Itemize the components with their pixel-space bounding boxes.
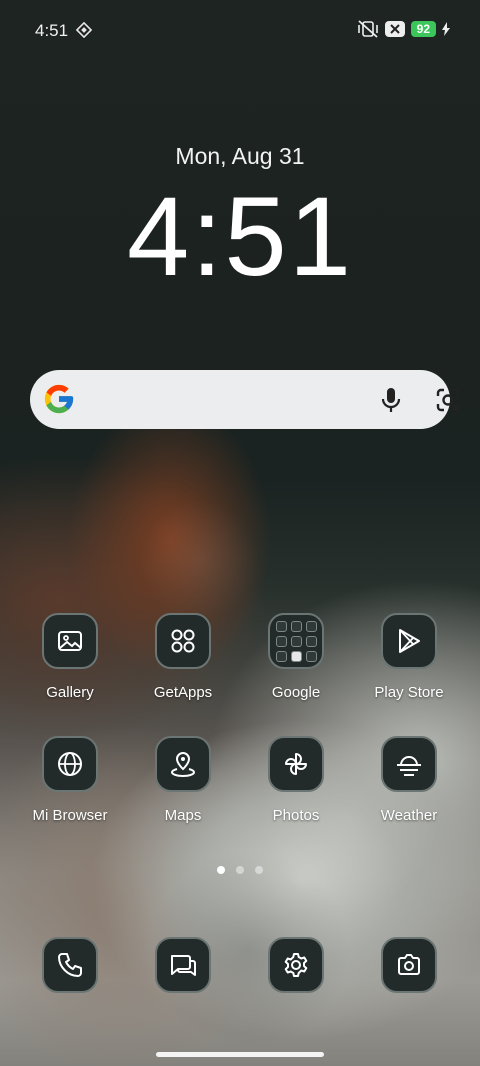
charging-bolt-icon	[442, 22, 450, 36]
phone-icon[interactable]	[42, 937, 98, 993]
status-bar: 4:51 92	[0, 0, 480, 62]
mic-icon[interactable]	[378, 386, 404, 419]
play-store-icon[interactable]	[381, 613, 437, 669]
google-search-bar[interactable]	[30, 370, 460, 429]
folder-icon[interactable]	[268, 613, 324, 669]
app-google-folder[interactable]: Google	[241, 613, 351, 701]
getapps-icon[interactable]	[155, 613, 211, 669]
app-photos[interactable]: Photos	[241, 736, 351, 824]
app-label: Maps	[164, 807, 202, 824]
app-label: Mi Browser	[32, 807, 108, 824]
notification-diamond-icon	[75, 21, 93, 43]
page-dot	[217, 866, 225, 874]
gallery-icon[interactable]	[42, 613, 98, 669]
messages-icon[interactable]	[155, 937, 211, 993]
notification-x-icon	[384, 21, 405, 37]
page-dot	[255, 866, 263, 874]
page-dot	[236, 866, 244, 874]
app-label: Play Store	[374, 684, 444, 701]
pinwheel-icon[interactable]	[268, 736, 324, 792]
google-g-icon	[42, 382, 76, 421]
battery-level: 92	[410, 21, 436, 37]
camera-icon[interactable]	[381, 937, 437, 993]
app-label: Weather	[380, 807, 438, 824]
vibrate-off-icon	[357, 20, 379, 38]
app-getapps[interactable]: GetApps	[128, 613, 238, 701]
globe-icon[interactable]	[42, 736, 98, 792]
app-weather[interactable]: Weather	[354, 736, 464, 824]
folder-grid	[275, 620, 317, 662]
gesture-nav-handle[interactable]	[156, 1052, 324, 1057]
home-screen: 4:51 92 Mon, Aug 31 4:51 Gallery GetApps…	[0, 0, 480, 1066]
status-icons: 92	[357, 20, 450, 38]
map-pin-icon[interactable]	[155, 736, 211, 792]
app-gallery[interactable]: Gallery	[15, 613, 125, 701]
lens-icon[interactable]	[434, 386, 462, 419]
app-mi-browser[interactable]: Mi Browser	[15, 736, 125, 824]
app-label: GetApps	[153, 684, 213, 701]
settings-icon[interactable]	[268, 937, 324, 993]
clock-date[interactable]: Mon, Aug 31	[0, 143, 480, 170]
app-label: Gallery	[46, 684, 94, 701]
app-maps[interactable]: Maps	[128, 736, 238, 824]
page-indicator[interactable]	[0, 866, 480, 874]
app-label: Google	[271, 684, 321, 701]
clock-time[interactable]: 4:51	[0, 172, 480, 301]
app-play-store[interactable]: Play Store	[354, 613, 464, 701]
weather-icon[interactable]	[381, 736, 437, 792]
app-label: Photos	[272, 807, 320, 824]
status-time: 4:51	[35, 21, 69, 40]
